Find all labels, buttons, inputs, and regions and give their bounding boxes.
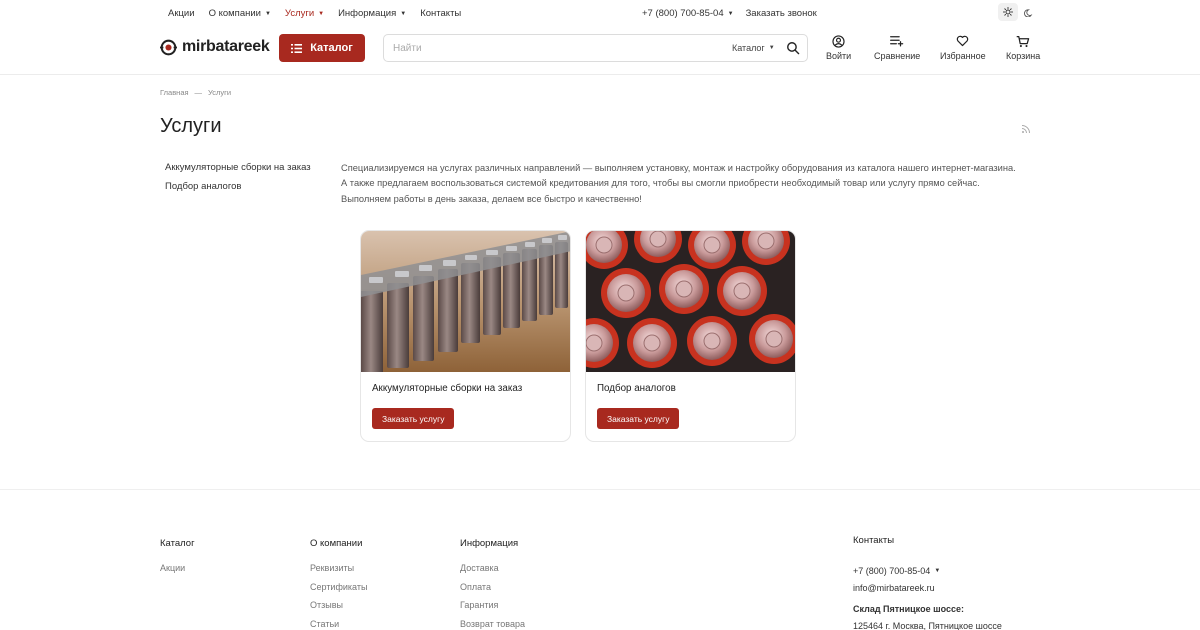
breadcrumb-current: Услуги bbox=[208, 88, 232, 97]
footer-link[interactable]: Возврат товара bbox=[460, 619, 525, 630]
login-label: Войти bbox=[826, 51, 852, 61]
search-scope-label: Каталог bbox=[732, 43, 765, 53]
caret-down-icon: ▼ bbox=[400, 10, 407, 17]
search-input[interactable] bbox=[393, 42, 713, 54]
battery-tops-image[interactable] bbox=[586, 231, 795, 372]
top-nav-label: Акции bbox=[168, 8, 195, 19]
footer-heading: Контакты bbox=[853, 535, 895, 546]
favorites-label: Избранное bbox=[940, 51, 986, 61]
menu-list-icon bbox=[291, 43, 303, 53]
catalog-button-label: Каталог bbox=[310, 42, 353, 54]
side-menu-item-assembly[interactable]: Аккумуляторные сборки на заказ bbox=[165, 162, 311, 181]
footer-col-company: О компании Реквизиты Сертификаты Отзывы … bbox=[310, 538, 367, 630]
top-nav-promotions[interactable]: Акции bbox=[168, 8, 195, 19]
breadcrumb-separator: — bbox=[194, 88, 203, 97]
sun-icon[interactable] bbox=[998, 3, 1018, 21]
top-nav-label: Информация bbox=[338, 8, 397, 19]
search-bar: Каталог▼ bbox=[383, 34, 808, 62]
caret-down-icon: ▼ bbox=[318, 10, 325, 17]
footer-contacts: Контакты +7 (800) 700-85-04 ▼ info@mirba… bbox=[853, 535, 1002, 630]
footer-heading[interactable]: О компании bbox=[310, 538, 367, 549]
phone-block: +7 (800) 700-85-04 ▼ Заказать звонок bbox=[642, 8, 817, 19]
battery-cells-image[interactable] bbox=[361, 231, 570, 372]
caret-down-icon: ▼ bbox=[768, 45, 775, 51]
cart-icon bbox=[1016, 34, 1030, 48]
footer: Каталог Акции О компании Реквизиты Серти… bbox=[0, 489, 1200, 630]
top-nav-services[interactable]: Услуги ▼ bbox=[285, 8, 324, 19]
top-nav-info[interactable]: Информация ▼ bbox=[338, 8, 406, 19]
cart-label: Корзина bbox=[1006, 51, 1041, 61]
moon-icon[interactable] bbox=[1018, 3, 1038, 21]
service-card[interactable]: Аккумуляторные сборки на заказ Заказать … bbox=[360, 230, 571, 442]
footer-link[interactable]: Доставка bbox=[460, 563, 525, 582]
top-nav-contacts[interactable]: Контакты bbox=[420, 8, 461, 19]
top-nav: Акции О компании ▼ Услуги ▼ Информация ▼ Ко… bbox=[168, 8, 475, 19]
phone-number[interactable]: +7 (800) 700-85-04 bbox=[642, 8, 724, 19]
order-service-button[interactable]: Заказать услугу bbox=[372, 408, 455, 429]
footer-link[interactable]: Статьи bbox=[310, 619, 367, 630]
cart-button[interactable]: Корзина bbox=[1006, 34, 1040, 61]
favorites-button[interactable]: Избранное bbox=[940, 34, 986, 61]
heart-icon bbox=[956, 34, 969, 48]
catalog-button[interactable]: Каталог bbox=[279, 34, 365, 62]
service-card-title[interactable]: Аккумуляторные сборки на заказ bbox=[372, 383, 522, 394]
service-card[interactable]: Подбор аналогов Заказать услугу bbox=[585, 230, 796, 442]
breadcrumb: Главная — Услуги bbox=[160, 88, 231, 97]
top-bar: Акции О компании ▼ Услуги ▼ Информация ▼ Ко… bbox=[0, 0, 1200, 25]
footer-link[interactable]: Сертификаты bbox=[310, 582, 367, 601]
rss-icon[interactable] bbox=[1021, 121, 1031, 139]
description-line: Специализируемся на услугах различных на… bbox=[341, 163, 1016, 173]
top-nav-label: О компании bbox=[208, 8, 261, 19]
search-icon[interactable] bbox=[786, 41, 800, 60]
caret-down-icon: ▼ bbox=[264, 10, 271, 17]
user-icon bbox=[832, 34, 845, 48]
footer-link[interactable]: Отзывы bbox=[310, 600, 367, 619]
logo-mark-icon bbox=[160, 39, 177, 55]
footer-address: 125464 г. Москва, Пятницкое шоссе bbox=[853, 621, 1002, 630]
side-menu-item-analogs[interactable]: Подбор аналогов bbox=[165, 181, 311, 200]
callback-link[interactable]: Заказать звонок bbox=[746, 8, 817, 19]
footer-link[interactable]: Реквизиты bbox=[310, 563, 367, 582]
logo-text: mirbatareek bbox=[182, 38, 270, 55]
caret-down-icon[interactable]: ▼ bbox=[934, 568, 940, 574]
logo[interactable]: mirbatareek bbox=[160, 38, 270, 56]
footer-link[interactable]: Акции bbox=[160, 563, 195, 582]
order-service-button[interactable]: Заказать услугу bbox=[597, 408, 680, 429]
side-menu: Аккумуляторные сборки на заказ Подбор ан… bbox=[165, 162, 311, 200]
footer-email[interactable]: info@mirbatareek.ru bbox=[853, 580, 1002, 598]
top-nav-label: Контакты bbox=[420, 8, 462, 19]
login-button[interactable]: Войти bbox=[826, 34, 851, 61]
compare-icon bbox=[890, 34, 904, 48]
breadcrumb-home[interactable]: Главная bbox=[160, 88, 189, 97]
footer-col-info: Информация Доставка Оплата Гарантия Возв… bbox=[460, 538, 525, 630]
top-nav-about[interactable]: О компании ▼ bbox=[209, 8, 271, 19]
description-line: Выполняем работы в день заказа, делаем в… bbox=[341, 193, 642, 204]
footer-heading[interactable]: Информация bbox=[460, 538, 525, 549]
description-line: А также предлагаем воспользоваться систе… bbox=[341, 178, 980, 189]
search-scope-select[interactable]: Каталог ▼ bbox=[732, 43, 775, 53]
footer-warehouse-title: Склад Пятницкое шоссе: bbox=[853, 603, 964, 614]
page-title: Услуги bbox=[160, 115, 222, 137]
caret-down-icon[interactable]: ▼ bbox=[728, 11, 734, 17]
service-card-title[interactable]: Подбор аналогов bbox=[597, 383, 676, 394]
footer-phone[interactable]: +7 (800) 700-85-04 bbox=[853, 566, 930, 576]
footer-col-catalog: Каталог Акции bbox=[160, 538, 195, 582]
footer-phone-row: +7 (800) 700-85-04 ▼ bbox=[853, 562, 1002, 580]
main-header: mirbatareek Каталог Каталог▼ Войти Сравн… bbox=[0, 25, 1200, 75]
top-nav-label: Услуги bbox=[284, 8, 315, 19]
footer-link[interactable]: Оплата bbox=[460, 582, 525, 601]
footer-heading[interactable]: Каталог bbox=[160, 538, 195, 549]
theme-toggle[interactable] bbox=[998, 3, 1040, 21]
compare-button[interactable]: Сравнение bbox=[874, 34, 920, 61]
page-description: Специализируемся на услугах различных на… bbox=[341, 161, 1041, 207]
compare-label: Сравнение bbox=[874, 51, 921, 61]
footer-link[interactable]: Гарантия bbox=[460, 600, 525, 619]
